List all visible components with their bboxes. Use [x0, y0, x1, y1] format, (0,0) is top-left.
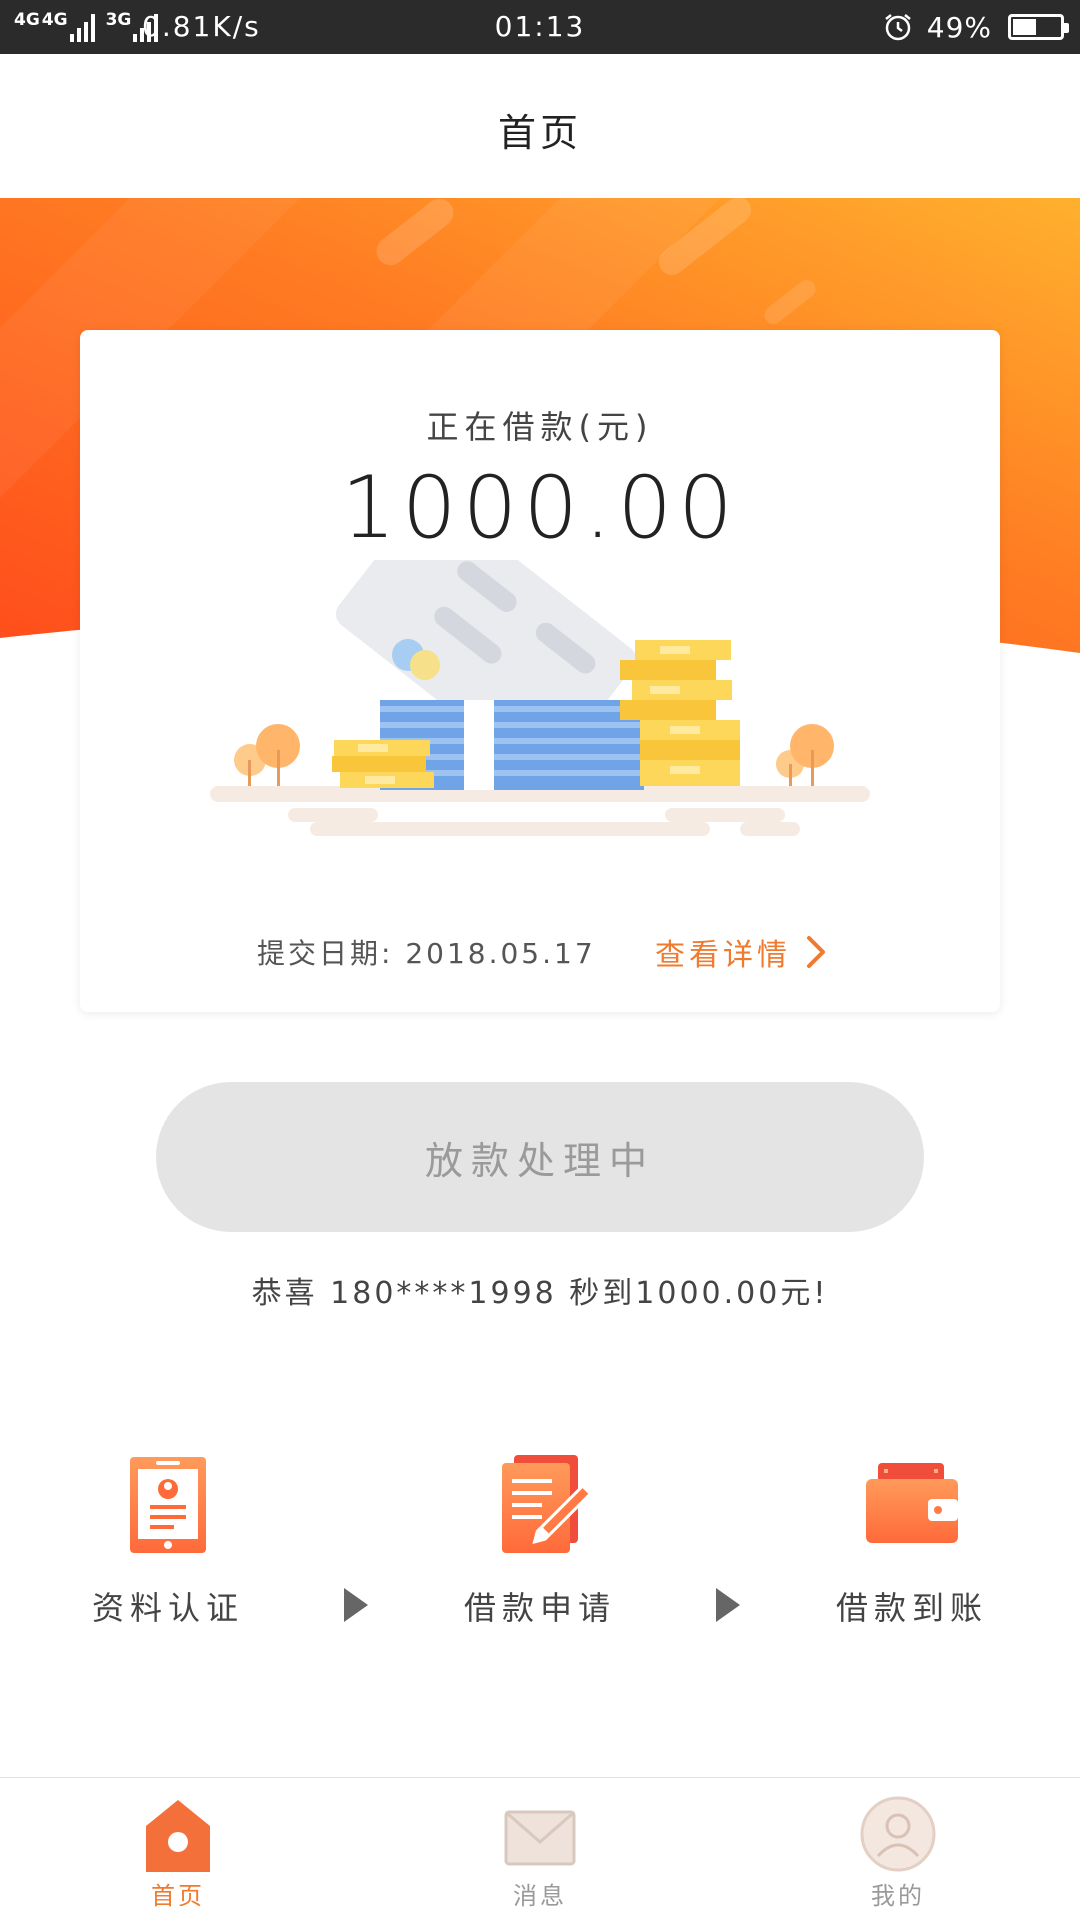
step-arrow-icon [716, 1588, 740, 1622]
envelope-icon [504, 1810, 576, 1866]
step-application[interactable]: 借款申请 [420, 1455, 660, 1635]
tab-home-label: 首页 [151, 1882, 205, 1910]
borrowing-amount: 1000.00 [341, 458, 739, 558]
borrowing-label: 正在借款(元) [426, 408, 654, 446]
status-bar: 4G 4G 3G 0.81K/s 01:13 49% [0, 0, 1080, 54]
step-arrival-label: 借款到账 [835, 1589, 988, 1627]
alarm-icon [884, 14, 911, 41]
battery-percent: 49% [926, 10, 992, 44]
battery-level-fill [1013, 19, 1036, 35]
home-icon [146, 1800, 210, 1872]
document-pen-icon [502, 1455, 590, 1553]
status-right: 49% [883, 10, 1069, 44]
profile-tablet-icon [130, 1457, 206, 1553]
page-title: 首页 [497, 111, 582, 155]
money-illustration [210, 560, 870, 836]
step-arrow-icon [344, 1588, 368, 1622]
tab-home[interactable]: 首页 [78, 1778, 278, 1920]
battery-icon [1008, 14, 1069, 40]
tab-profile[interactable]: 我的 [798, 1778, 998, 1920]
tab-profile-label: 我的 [871, 1882, 925, 1910]
submit-date: 提交日期: 2018.05.17 [257, 937, 596, 970]
loan-card: 正在借款(元) 1000.00 提交日期: 2018.05.17 查看详情 [80, 330, 1000, 1012]
step-application-label: 借款申请 [463, 1589, 616, 1627]
wallet-icon [866, 1463, 958, 1543]
user-avatar-icon [860, 1796, 936, 1872]
disbursement-status-button[interactable]: 放款处理中 [156, 1082, 924, 1232]
congrats-message: 恭喜 180****1998 秒到1000.00元! [251, 1276, 829, 1311]
view-details-label: 查看详情 [655, 938, 791, 973]
step-verification[interactable]: 资料认证 [48, 1455, 288, 1635]
process-steps: 资料认证 借款申请 借款到账 [0, 1455, 1080, 1635]
navigation-header: 首页 [0, 54, 1080, 198]
step-arrival[interactable]: 借款到账 [792, 1455, 1032, 1635]
step-verification-label: 资料认证 [91, 1589, 244, 1627]
view-details-link[interactable]: 查看详情 [655, 930, 827, 974]
tab-messages-label: 消息 [513, 1882, 567, 1910]
chevron-right-icon [807, 936, 825, 968]
bottom-tab-bar: 首页 消息 我的 [0, 1777, 1080, 1920]
tab-messages[interactable]: 消息 [440, 1778, 640, 1920]
